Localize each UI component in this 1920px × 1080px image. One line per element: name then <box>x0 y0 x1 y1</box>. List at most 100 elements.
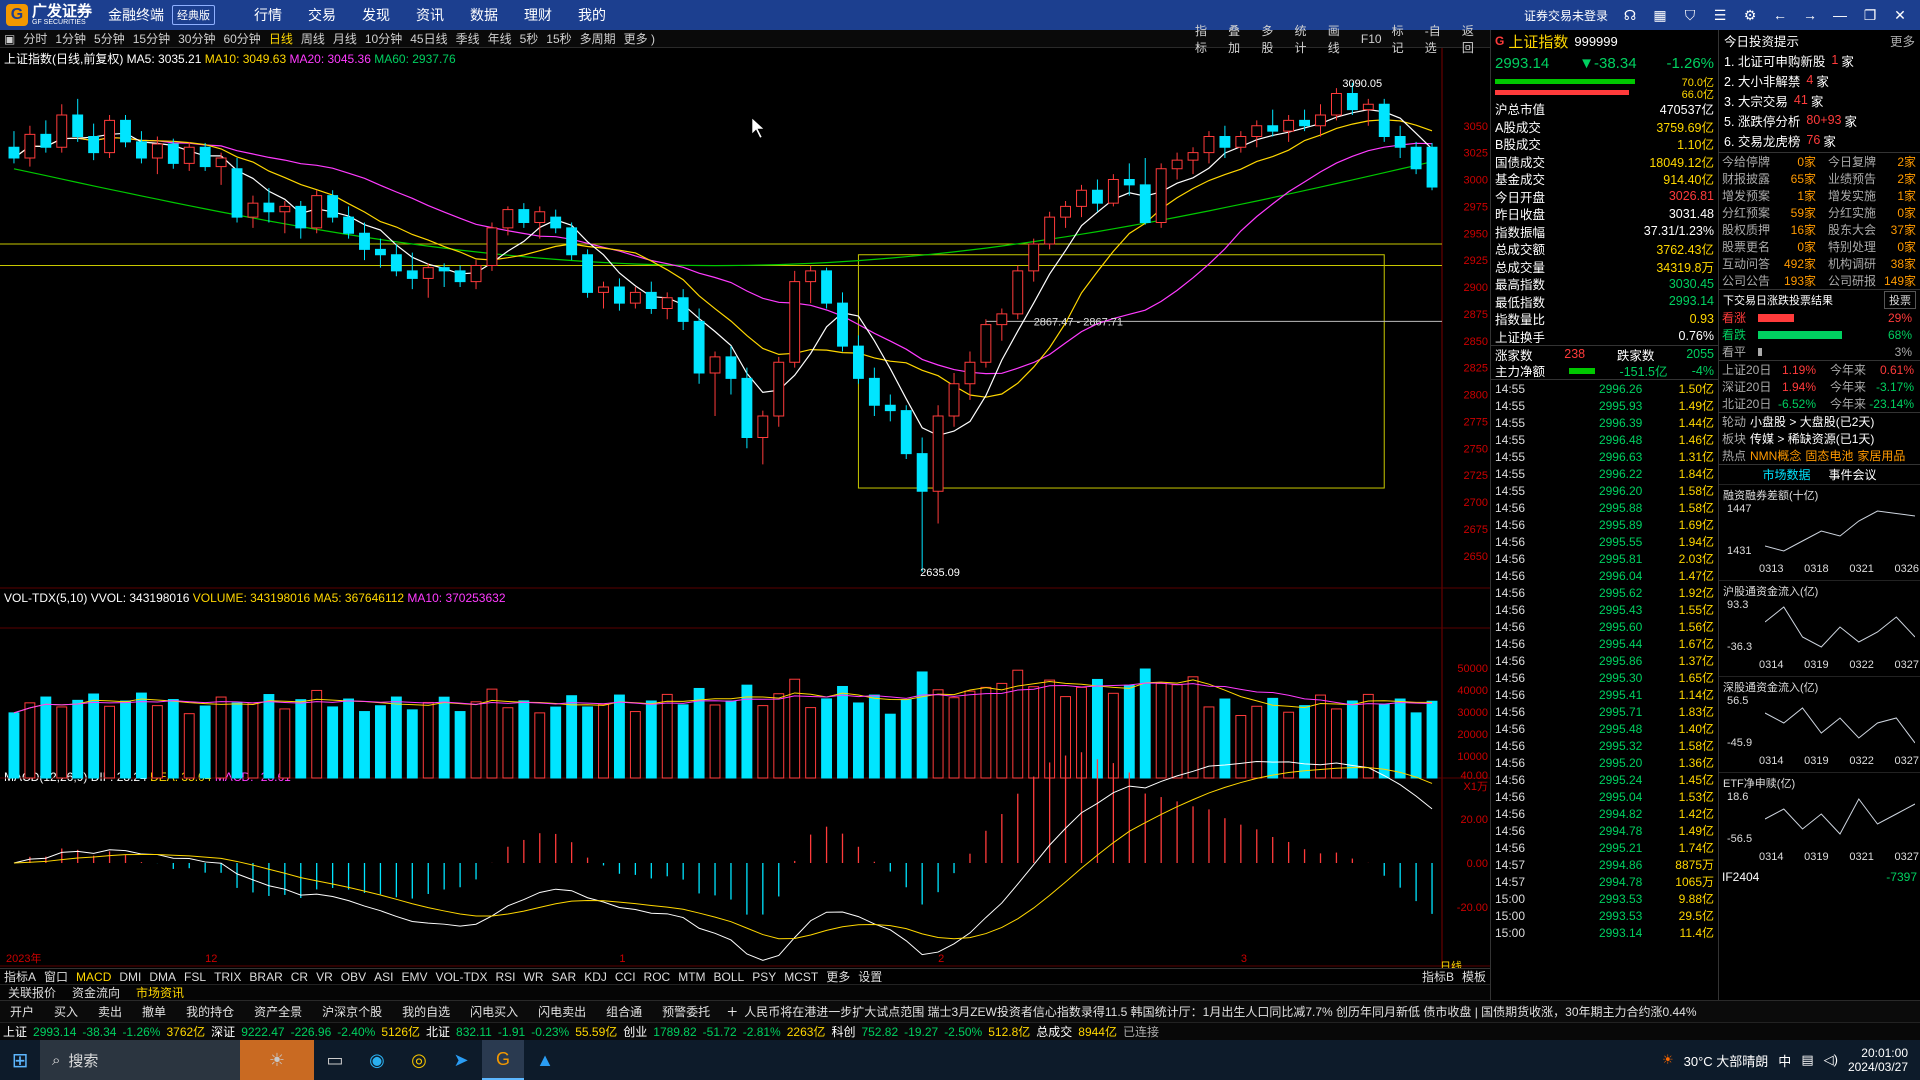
indicator-tab[interactable]: OBV <box>337 970 370 984</box>
period-tab[interactable]: 45日线 <box>406 30 451 47</box>
event-row[interactable]: 股权质押 16家 股东大会 37家 <box>1719 221 1920 238</box>
tab-market-data[interactable]: 市场数据 <box>1762 466 1810 483</box>
period-tab[interactable]: 季线 <box>452 30 484 47</box>
indicator-tab[interactable]: CR <box>287 970 312 984</box>
tip-item[interactable]: 1. 北证可申购新股 1 家 <box>1719 50 1920 70</box>
event-row[interactable]: 分红预案 59家 分红实施 0家 <box>1719 204 1920 221</box>
indicator-tab[interactable]: MACD <box>72 970 115 984</box>
chrome-icon[interactable]: ◎ <box>398 1040 440 1080</box>
indicator-tab[interactable]: BOLL <box>710 970 749 984</box>
trade-action-button[interactable]: 闪电买入 <box>460 1003 528 1020</box>
task-view-icon[interactable]: ▭ <box>314 1040 356 1080</box>
period-tab[interactable]: 更多 ) <box>620 30 659 47</box>
indicator-tab[interactable]: VR <box>312 970 337 984</box>
indicator-tab[interactable]: 窗口 <box>40 968 72 985</box>
forward-arrow-icon[interactable]: → <box>1802 7 1818 23</box>
gf-app-icon[interactable]: G <box>482 1040 524 1080</box>
indicator-tab[interactable]: CCI <box>611 970 640 984</box>
vote-button[interactable]: 投票 <box>1884 290 1916 309</box>
trade-action-button[interactable]: 沪深京个股 <box>312 1003 392 1020</box>
indicator-tab[interactable]: TRIX <box>210 970 245 984</box>
trade-action-button[interactable]: 资产全景 <box>244 1003 312 1020</box>
period-tab[interactable]: 月线 <box>329 30 361 47</box>
indicator-tab[interactable]: VOL-TDX <box>431 970 491 984</box>
tick-list[interactable]: 14:55 2996.26 1.50亿 14:55 2995.93 1.49亿 14:55 2… <box>1491 380 1718 941</box>
period-tab[interactable]: 多周期 <box>576 30 620 47</box>
period-tab[interactable]: 60分钟 <box>219 30 264 47</box>
indicator-right-tab[interactable]: 模板 <box>1458 968 1490 985</box>
shirt-icon[interactable]: ⛉ <box>1682 7 1698 24</box>
ime-icon[interactable]: 中 <box>1778 1051 1791 1070</box>
sub-tab[interactable]: 市场资讯 <box>128 984 192 1001</box>
chart-tool[interactable]: F10 <box>1356 32 1387 46</box>
indicator-tab[interactable]: WR <box>520 970 548 984</box>
indicator-tab[interactable]: ROC <box>640 970 675 984</box>
indicator-tab[interactable]: 设置 <box>854 968 886 985</box>
indicator-tab[interactable]: MCST <box>780 970 822 984</box>
note-icon[interactable]: ☰ <box>1712 7 1728 24</box>
trade-action-button[interactable]: 买入 <box>44 1003 88 1020</box>
plus-icon[interactable]: ＋ <box>720 1003 744 1020</box>
grid-icon[interactable]: ▦ <box>1652 7 1668 24</box>
chart-app-icon[interactable]: ▲ <box>524 1040 566 1080</box>
trade-action-button[interactable]: 组合通 <box>596 1003 652 1020</box>
tip-item[interactable]: 2. 大小非解禁 4 家 <box>1719 70 1920 90</box>
weather-text[interactable]: 30°C 大部晴朗 <box>1684 1051 1769 1070</box>
indicator-tab[interactable]: ASI <box>370 970 397 984</box>
minimize-icon[interactable]: — <box>1832 7 1848 23</box>
top-menu-item[interactable]: 交易 <box>295 5 349 25</box>
event-row[interactable]: 公司公告 193家 公司研报 149家 <box>1719 272 1920 289</box>
event-row[interactable]: 增发预案 1家 增发实施 1家 <box>1719 187 1920 204</box>
indicator-tab[interactable]: BRAR <box>245 970 286 984</box>
rotation-row[interactable]: 板块 传媒 > 稀缺资源(已1天) <box>1719 430 1920 447</box>
indicator-tab[interactable]: MTM <box>674 970 709 984</box>
period-tab[interactable]: 周线 <box>297 30 329 47</box>
edge-icon[interactable]: ◉ <box>356 1040 398 1080</box>
headset-icon[interactable]: ☊ <box>1622 7 1638 24</box>
clock[interactable]: 20:01:00 2024/03/27 <box>1848 1046 1908 1075</box>
indicator-tab[interactable]: 指标A <box>0 968 40 985</box>
indicator-tab[interactable]: PSY <box>748 970 780 984</box>
period-tab[interactable]: 分时 <box>19 30 51 47</box>
top-menu-item[interactable]: 发现 <box>349 5 403 25</box>
period-tab[interactable]: 10分钟 <box>361 30 406 47</box>
indicator-tab[interactable]: DMA <box>145 970 180 984</box>
event-row[interactable]: 今给停牌 0家 今日复牌 2家 <box>1719 153 1920 170</box>
top-menu-item[interactable]: 行情 <box>241 5 295 25</box>
period-tab[interactable]: 30分钟 <box>174 30 219 47</box>
taskbar-search[interactable]: ⌕ 搜索 <box>40 1040 240 1080</box>
trade-action-button[interactable]: 预警委托 <box>652 1003 720 1020</box>
tips-more-link[interactable]: 更多 <box>1890 31 1915 50</box>
indicator-tab[interactable]: DMI <box>115 970 145 984</box>
indicator-tab[interactable]: SAR <box>548 970 581 984</box>
tab-events[interactable]: 事件会议 <box>1829 466 1877 483</box>
tip-item[interactable]: 6. 交易龙虎榜 76 家 <box>1719 130 1920 150</box>
event-row[interactable]: 股票更名 0家 特别处理 0家 <box>1719 238 1920 255</box>
news-ticker[interactable]: 人民币将在港进一步扩大试点范围 瑞士3月ZEW投资者信心指数录得11.5 韩国统… <box>744 1003 1696 1020</box>
period-tab[interactable]: 15分钟 <box>129 30 174 47</box>
indicator-right-tab[interactable]: 指标B <box>1418 968 1458 985</box>
app-arrow-icon[interactable]: ➤ <box>440 1040 482 1080</box>
event-row[interactable]: 财报披露 65家 业绩预告 2家 <box>1719 170 1920 187</box>
settings-icon[interactable]: ⚙ <box>1742 7 1758 24</box>
period-tab[interactable]: 年线 <box>484 30 516 47</box>
close-icon[interactable]: ✕ <box>1892 7 1908 24</box>
top-menu-item[interactable]: 理财 <box>511 5 565 25</box>
sub-tab[interactable]: 资金流向 <box>64 984 128 1001</box>
back-arrow-icon[interactable]: ← <box>1772 7 1788 23</box>
period-tab[interactable]: 5分钟 <box>90 30 129 47</box>
indicator-tab[interactable]: EMV <box>397 970 431 984</box>
top-menu-item[interactable]: 我的 <box>565 5 619 25</box>
hot-item[interactable]: 固态电池 <box>1805 449 1853 463</box>
period-tab[interactable]: 1分钟 <box>51 30 90 47</box>
event-row[interactable]: 互动问答 492家 机构调研 38家 <box>1719 255 1920 272</box>
hot-item[interactable]: NMN概念 <box>1750 449 1801 463</box>
volume-icon[interactable]: ◁) <box>1824 1052 1838 1068</box>
indicator-tab[interactable]: KDJ <box>580 970 611 984</box>
period-menu-icon[interactable]: ▣ <box>0 32 19 46</box>
search-highlight-icon[interactable]: ☀ <box>240 1040 314 1080</box>
trade-action-button[interactable]: 我的持仓 <box>176 1003 244 1020</box>
tip-item[interactable]: 3. 大宗交易 41 家 <box>1719 90 1920 110</box>
restore-icon[interactable]: ❐ <box>1862 7 1878 24</box>
sub-tab[interactable]: 关联报价 <box>0 984 64 1001</box>
